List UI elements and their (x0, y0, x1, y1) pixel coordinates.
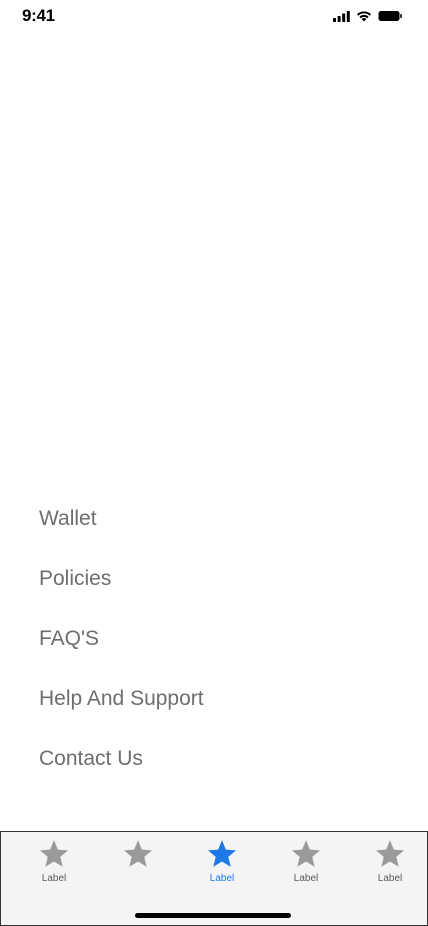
tab-label: Label (377, 873, 403, 884)
tab-label: Label (209, 873, 235, 884)
star-icon (40, 840, 68, 867)
wifi-icon (357, 11, 371, 22)
menu-item-policies[interactable]: Policies (39, 562, 399, 622)
menu-list: Wallet Policies FAQ'S Help And Support C… (39, 502, 399, 802)
tab-bar: Label Label Label Label (0, 831, 428, 926)
tab-1[interactable]: Label (12, 836, 96, 892)
tab-4[interactable]: Label (264, 836, 348, 892)
menu-item-help-and-support[interactable]: Help And Support (39, 682, 399, 742)
menu-item-wallet[interactable]: Wallet (39, 502, 399, 562)
star-icon (208, 840, 236, 867)
status-bar: 9:41 (0, 0, 428, 34)
menu-item-contact-us[interactable]: Contact Us (39, 742, 399, 802)
star-icon (124, 840, 152, 867)
tab-3[interactable]: Label (180, 836, 264, 892)
tab-5[interactable]: Label (348, 836, 428, 892)
cellular-signal-icon (333, 10, 350, 22)
star-icon (376, 840, 404, 867)
status-time: 9:41 (22, 6, 55, 25)
battery-icon (378, 11, 402, 21)
tab-2[interactable] (96, 836, 180, 892)
tab-label (96, 873, 180, 885)
tab-label: Label (293, 873, 319, 884)
status-icons (333, 9, 402, 23)
star-icon (292, 840, 320, 867)
menu-item-faqs[interactable]: FAQ'S (39, 622, 399, 682)
home-indicator (135, 913, 291, 918)
tab-label: Label (41, 873, 67, 884)
